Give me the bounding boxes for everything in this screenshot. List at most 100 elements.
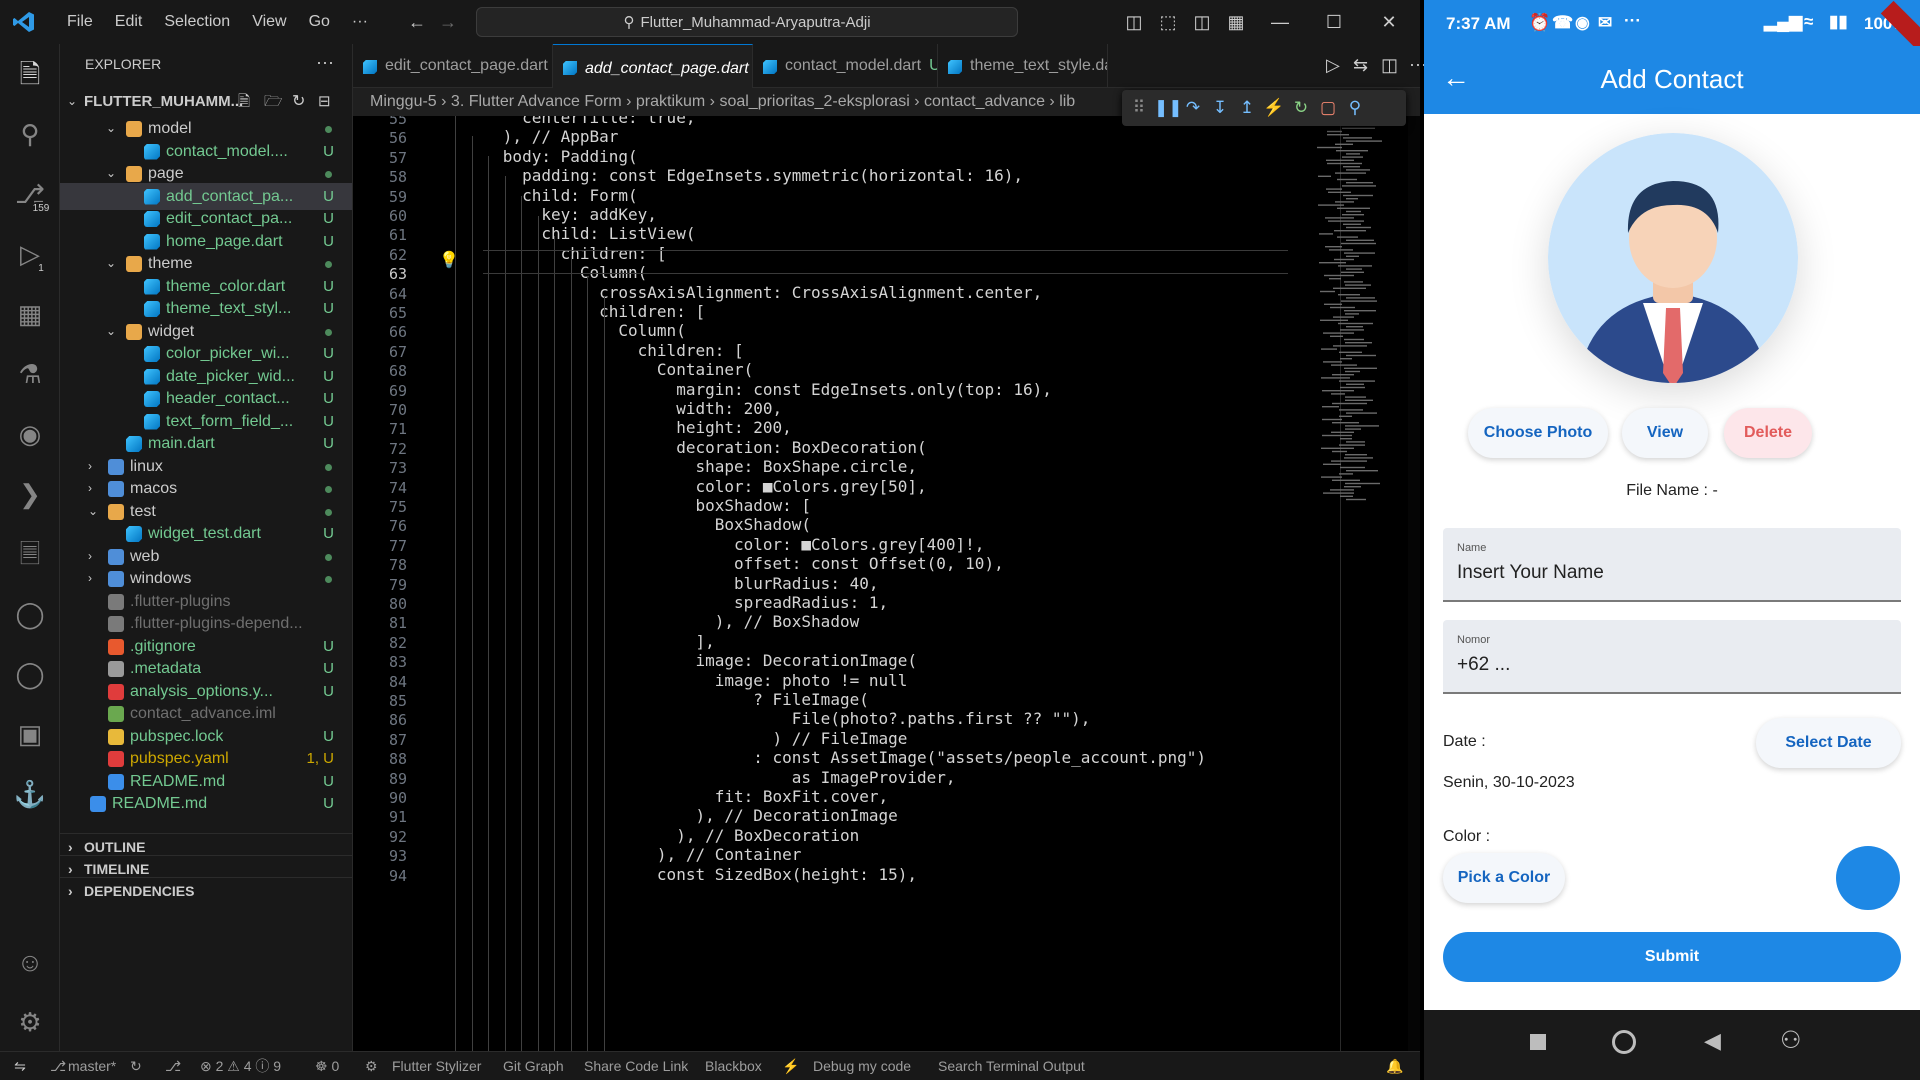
- toggle-secondary-sidebar-icon[interactable]: ◫: [1190, 10, 1214, 34]
- toggle-primary-sidebar-icon[interactable]: ◫: [1122, 10, 1146, 34]
- tab-add-contact-page-dart[interactable]: add_contact_page.dartU×: [553, 44, 753, 88]
- minimap-line: [1330, 335, 1343, 337]
- new-file-icon[interactable]: 🗎: [238, 88, 250, 115]
- recents-icon[interactable]: [1530, 1034, 1546, 1050]
- back-arrow-icon[interactable]: ←: [405, 10, 429, 34]
- minimap-line: [1339, 473, 1353, 475]
- choose-photo-button[interactable]: Choose Photo: [1468, 408, 1608, 458]
- remote-indicator[interactable]: ⇋: [0, 1052, 40, 1080]
- status-item-git-graph[interactable]: Git Graph: [503, 1052, 564, 1080]
- account-icon[interactable]: ☺: [12, 944, 48, 980]
- view-button[interactable]: View: [1622, 408, 1708, 458]
- stop-icon[interactable]: ▢: [1317, 97, 1339, 119]
- name-field[interactable]: Name Insert Your Name: [1443, 528, 1901, 602]
- scrollbar[interactable]: [1408, 116, 1420, 1051]
- toggle-panel-icon[interactable]: ⬚: [1156, 10, 1180, 34]
- menu-item-edit[interactable]: Edit: [104, 13, 154, 31]
- pick-color-button[interactable]: Pick a Color: [1443, 853, 1565, 903]
- step-out-icon[interactable]: ↥: [1236, 97, 1258, 119]
- minimap[interactable]: [1312, 116, 1407, 586]
- customize-layout-icon[interactable]: ▦: [1224, 10, 1248, 34]
- drag-handle-icon[interactable]: ⠿: [1128, 97, 1150, 119]
- forward-arrow-icon[interactable]: →: [436, 10, 460, 34]
- tab-theme-text-style-dar[interactable]: theme_text_style.dar: [938, 44, 1108, 88]
- settings-icon[interactable]: ⚙: [12, 1004, 48, 1040]
- new-folder-icon[interactable]: 🗁: [264, 88, 283, 115]
- menu-item-view[interactable]: View: [241, 13, 297, 31]
- python-icon[interactable]: ◉: [12, 416, 48, 452]
- breadcrumb-item[interactable]: soal_prioritas_2-eksplorasi: [719, 93, 909, 110]
- branch-label[interactable]: master*: [68, 1052, 116, 1080]
- tab-label: contact_model.dart: [785, 57, 922, 74]
- minimap-line: [1346, 153, 1360, 155]
- extensions-icon[interactable]: ▦: [12, 296, 48, 332]
- lightbulb-icon[interactable]: 💡: [439, 250, 459, 269]
- step-into-icon[interactable]: ↧: [1209, 97, 1231, 119]
- home-icon[interactable]: [1612, 1030, 1636, 1054]
- code-editor[interactable]: 55 centerTitle: true, 56 ), // AppBar 57 b…: [353, 116, 1420, 1051]
- pause-icon[interactable]: ❚❚: [1154, 97, 1183, 119]
- command-center-search[interactable]: ⚲ Flutter_Muhammad-Aryaputra-Adji: [476, 7, 1018, 37]
- status-item-debug-my-code[interactable]: Debug my code: [813, 1052, 911, 1080]
- select-date-button[interactable]: Select Date: [1756, 718, 1901, 768]
- tree-file[interactable]: README.md U: [60, 790, 352, 817]
- menu-item-more[interactable]: ···: [341, 13, 379, 31]
- status-item-flutter-stylizer[interactable]: Flutter Stylizer: [392, 1052, 481, 1080]
- restart-icon[interactable]: ↻: [1290, 97, 1312, 119]
- minimize-button[interactable]: —: [1268, 10, 1292, 34]
- more-notifications-icon: ···: [1624, 11, 1641, 30]
- delete-button[interactable]: Delete: [1724, 408, 1812, 458]
- search-icon[interactable]: ⚲: [12, 116, 48, 152]
- status-item-blackbox[interactable]: Blackbox: [705, 1052, 762, 1080]
- maximize-button[interactable]: ☐: [1322, 10, 1346, 34]
- notebook-icon[interactable]: 🗏: [12, 536, 48, 572]
- tab-edit-contact-page-dart[interactable]: edit_contact_page.dartU: [353, 44, 553, 88]
- explorer-root[interactable]: ⌄ FLUTTER_MUHAMM... 🗎 🗁 ↻ ⊟: [60, 88, 352, 115]
- git-graph-icon[interactable]: ◯: [12, 596, 48, 632]
- sync-icon[interactable]: ↻: [130, 1052, 142, 1080]
- submit-button[interactable]: Submit: [1443, 932, 1901, 982]
- collapse-all-icon[interactable]: ⊟: [318, 88, 331, 115]
- breadcrumb-item[interactable]: lib: [1059, 93, 1075, 110]
- status-item-search-terminal[interactable]: Search Terminal Output: [938, 1052, 1085, 1080]
- step-over-icon[interactable]: ↷: [1182, 97, 1204, 119]
- tab-label: add_contact_page.dart: [585, 60, 749, 77]
- tab-contact-model-dart[interactable]: contact_model.dart U: [753, 44, 938, 88]
- git-graph-status-icon[interactable]: ⎇: [165, 1052, 181, 1080]
- run-icon[interactable]: ▷: [1326, 55, 1340, 76]
- minimap-line: [1340, 329, 1364, 331]
- breadcrumb-item[interactable]: contact_advance: [924, 93, 1045, 110]
- status-dot: [325, 126, 332, 133]
- split-editor-icon[interactable]: ◫: [1381, 55, 1398, 76]
- ports-status[interactable]: ☸ 0: [315, 1052, 339, 1080]
- files-icon[interactable]: 🗎: [12, 56, 48, 92]
- close-button[interactable]: ✕: [1377, 10, 1401, 34]
- refresh-icon[interactable]: ↻: [292, 88, 305, 115]
- breadcrumb-item[interactable]: 3. Flutter Advance Form: [451, 93, 622, 110]
- menu-item-file[interactable]: File: [56, 13, 104, 31]
- accessibility-icon[interactable]: ⚇: [1780, 1026, 1802, 1055]
- terminal-icon[interactable]: ▣: [12, 716, 48, 752]
- docker-icon[interactable]: ⚓: [12, 776, 48, 812]
- menu-item-selection[interactable]: Selection: [153, 13, 241, 31]
- nomor-field[interactable]: Nomor +62 ...: [1443, 620, 1901, 694]
- more-actions-icon[interactable]: ···: [316, 52, 334, 73]
- minimap-line: [1332, 422, 1359, 424]
- flutter-icon[interactable]: ❯: [12, 476, 48, 512]
- back-icon[interactable]: ◀: [1704, 1028, 1721, 1054]
- status-item-share-code-link[interactable]: Share Code Link: [584, 1052, 688, 1080]
- remote-icon[interactable]: ◯: [12, 656, 48, 692]
- section-dependencies[interactable]: › DEPENDENCIES: [60, 877, 352, 904]
- compare-changes-icon[interactable]: ⇆: [1353, 55, 1368, 76]
- notifications-icon[interactable]: 🔔: [1386, 1052, 1403, 1080]
- hot-reload-icon[interactable]: ⚡: [1263, 97, 1285, 119]
- line-number: 59: [388, 187, 407, 206]
- breadcrumb-item[interactable]: Minggu-5: [370, 93, 437, 110]
- breadcrumb-item[interactable]: praktikum: [636, 93, 705, 110]
- breadcrumb-separator: ›: [909, 93, 924, 110]
- git-file-icon: [108, 638, 124, 655]
- testing-icon[interactable]: ⚗: [12, 356, 48, 392]
- open-devtools-icon[interactable]: ⚲: [1344, 97, 1366, 119]
- problems-status[interactable]: ⊗ 2 ⚠ 4 ⓘ 9: [200, 1052, 281, 1080]
- menu-item-go[interactable]: Go: [298, 13, 341, 31]
